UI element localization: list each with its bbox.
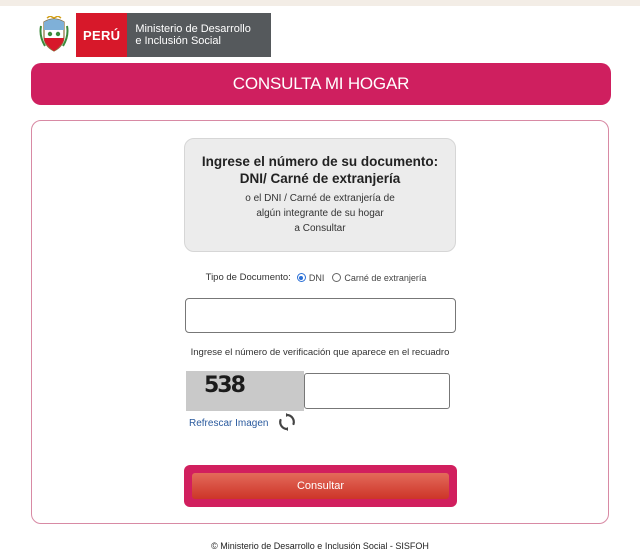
submit-button-container: Consultar <box>184 465 457 507</box>
document-type-selector: Tipo de Documento: DNI Carné de extranje… <box>184 272 456 283</box>
coat-of-arms-icon <box>36 13 72 57</box>
page-title-banner: CONSULTA MI HOGAR <box>31 63 611 105</box>
document-type-dni-option[interactable]: DNI <box>296 272 325 283</box>
ministry-logo: PERÚ Ministerio de Desarrollo e Inclusió… <box>36 13 272 57</box>
carne-radio-label: Carné de extranjería <box>344 272 427 283</box>
document-number-input[interactable] <box>185 298 456 333</box>
instructions-desc-line2: algún integrante de su hogar <box>256 208 384 219</box>
document-type-label: Tipo de Documento: <box>205 272 291 283</box>
captcha-text: 538 <box>204 373 246 398</box>
instructions-box: Ingrese el número de su documento: DNI/ … <box>184 138 456 252</box>
ministry-name-line1: Ministerio de Desarrollo <box>135 23 251 35</box>
instructions-desc: o el DNI / Carné de extranjería de algún… <box>185 191 455 236</box>
instructions-title-line2: DNI/ Carné de extranjería <box>239 171 401 186</box>
ministry-name: Ministerio de Desarrollo e Inclusión Soc… <box>127 13 272 57</box>
dni-radio[interactable] <box>296 273 306 282</box>
top-strip <box>0 0 640 6</box>
carne-radio[interactable] <box>332 273 342 282</box>
refresh-image-link[interactable]: Refrescar Imagen <box>189 418 268 429</box>
dni-radio-label: DNI <box>308 272 325 283</box>
verification-label: Ingrese el número de verificación que ap… <box>190 347 450 358</box>
refresh-icon[interactable] <box>277 412 297 432</box>
instructions-desc-line3: a Consultar <box>294 223 346 234</box>
ministry-name-line2: e Inclusión Social <box>135 35 221 47</box>
instructions-title-line1: Ingrese el número de su documento: <box>201 154 439 169</box>
captcha-input[interactable] <box>304 373 450 409</box>
page-title: CONSULTA MI HOGAR <box>232 74 410 93</box>
footer-copyright: © Ministerio de Desarrollo e Inclusión S… <box>211 541 429 551</box>
captcha-image: 538 <box>186 371 304 411</box>
instructions-desc-line1: o el DNI / Carné de extranjería de <box>245 193 395 204</box>
document-type-carne-option[interactable]: Carné de extranjería <box>332 273 426 283</box>
consultar-button[interactable]: Consultar <box>192 473 449 499</box>
peru-label: PERÚ <box>76 13 128 57</box>
